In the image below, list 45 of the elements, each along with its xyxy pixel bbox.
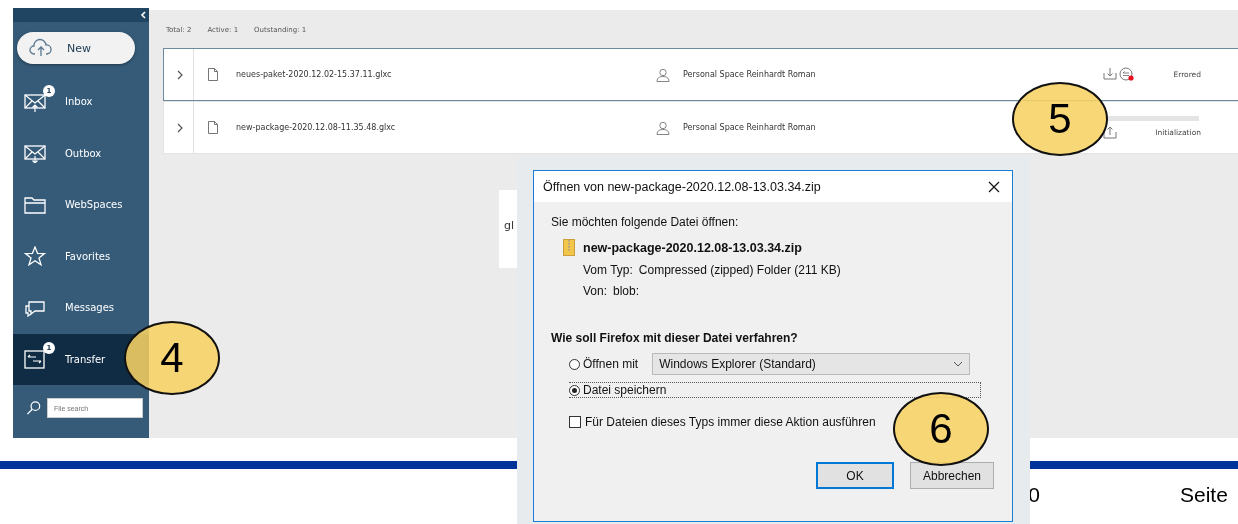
file-icon [208, 121, 218, 134]
cloud-upload-icon [29, 38, 53, 58]
transfer-icon [24, 349, 46, 370]
sidebar-item[interactable]: WebSpaces [13, 179, 149, 231]
zip-folder-icon [563, 239, 575, 256]
upload-icon [1103, 126, 1117, 139]
close-icon[interactable] [988, 180, 1000, 193]
owner-name: Personal Space Reinhardt Roman [683, 70, 817, 79]
download-icon [1103, 67, 1117, 80]
type-value: Compressed (zipped) Folder (211 KB) [638, 263, 841, 277]
application-dropdown[interactable]: Windows Explorer (Standard) [652, 353, 971, 375]
source-value: blob: [613, 284, 640, 298]
mail-arrow-down-icon [24, 143, 46, 164]
error-transfer-icon [1119, 67, 1135, 82]
page-label: Seite [1180, 483, 1229, 507]
radio-button[interactable] [569, 358, 580, 370]
ok-button[interactable]: OK [816, 462, 894, 489]
folder-icon [24, 195, 46, 214]
dialog-intro: Sie möchten folgende Datei öffnen: [551, 215, 740, 229]
download-file-name: new-package-2020.12.08-13.03.34.zip [583, 240, 802, 255]
dropdown-caret-icon [953, 361, 964, 367]
dialog-title: Öffnen von new-package-2020.12.08-13.03.34.zip [543, 179, 821, 194]
person-icon [656, 120, 670, 135]
file-name: new-package-2020.12.08-11.35.48.glxc [236, 123, 397, 132]
radio-option[interactable]: Öffnen mit [569, 357, 639, 371]
checkbox[interactable] [569, 416, 581, 428]
source-label: Von: [583, 284, 608, 298]
person-icon [656, 67, 670, 82]
chevron-right-icon[interactable] [177, 122, 183, 133]
sidebar-item[interactable]: Favorites [13, 230, 149, 282]
file-icon [208, 68, 218, 81]
star-icon [24, 246, 46, 267]
chevron-right-icon[interactable] [177, 69, 183, 80]
type-label: Vom Typ: [583, 263, 633, 277]
sidebar-item[interactable]: Outbox [13, 127, 149, 179]
radio-button[interactable] [569, 384, 580, 396]
file-name: gl [504, 219, 515, 232]
collapse-icon[interactable] [140, 11, 146, 19]
cancel-button[interactable]: Abbrechen [910, 462, 994, 489]
search-icon [26, 400, 41, 416]
mail-arrow-up-icon [24, 91, 46, 112]
new-button[interactable]: New [17, 32, 135, 64]
owner-name: Personal Space Reinhardt Roman [683, 123, 817, 132]
dialog-question: Wie soll Firefox mit dieser Datei verfahren? [551, 331, 799, 345]
file-name: neues-paket-2020.12.02-15.37.11.glxc [236, 70, 393, 79]
